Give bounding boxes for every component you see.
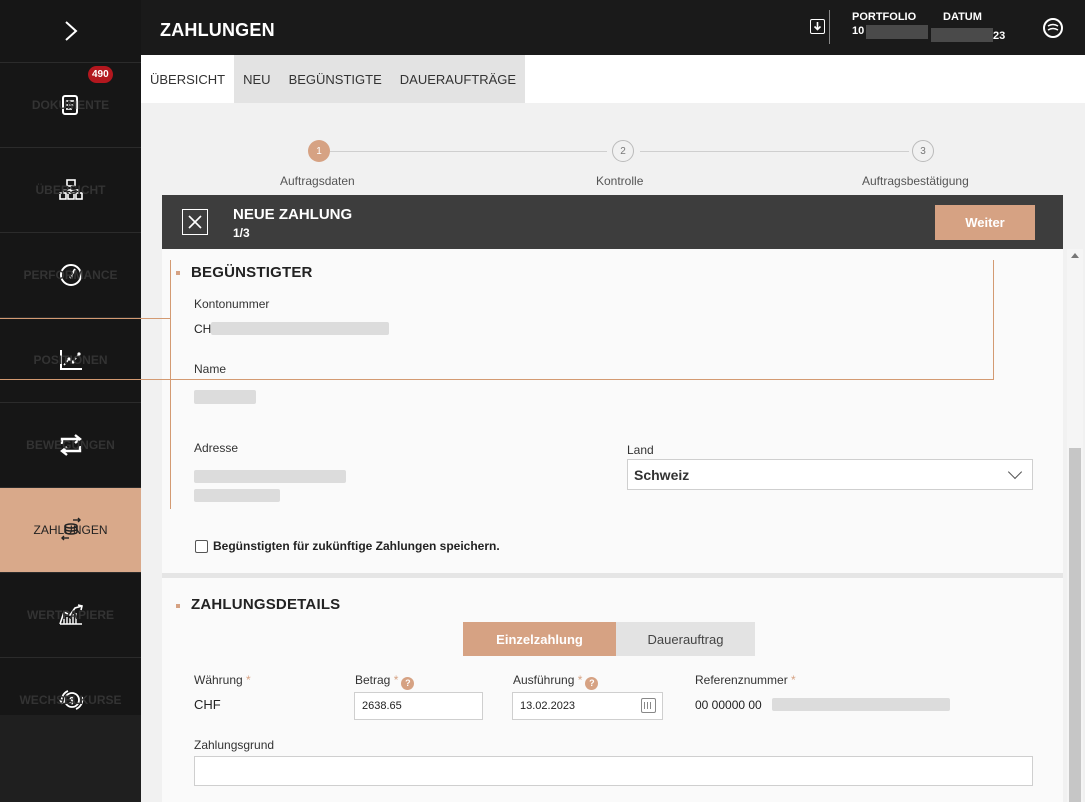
sidebar-item-label: PERFORMANCE (23, 268, 118, 282)
name-redacted (194, 390, 256, 404)
panel-step: 1/3 (233, 226, 250, 240)
sidebar-item-positionen[interactable]: POSITIONEN (0, 317, 141, 402)
sidebar-toggle-button[interactable] (0, 0, 141, 62)
close-button[interactable] (182, 209, 208, 235)
main-sidebar: 490 DOKUMENTE ÜBERSICHT PERFORMANCE POSI… (0, 0, 141, 802)
sidebar-item-wertpapiere[interactable]: WERTPAPIERE (0, 572, 141, 657)
reference-number-redacted (772, 698, 950, 711)
standing-order-option[interactable]: Dauerauftrag (616, 622, 755, 656)
stepper-step-3: 3 Auftragsbestätigung (862, 140, 969, 188)
execution-label: Ausführung *? (513, 673, 599, 690)
amount-input[interactable]: 2638.65 (354, 692, 483, 720)
sidebar-empty-area (0, 715, 141, 802)
save-beneficiary-label: Begünstigten für zukünftige Zahlungen sp… (213, 539, 500, 553)
country-label: Land (627, 443, 654, 457)
amount-label: Betrag *? (355, 673, 415, 690)
execution-help-icon[interactable]: ? (585, 677, 599, 690)
close-icon (188, 215, 202, 229)
sidebar-item-zahlungen[interactable]: ZAHLUNGEN (0, 487, 141, 572)
tab-dauerauftraege[interactable]: DAUERAUFTRÄGE (390, 55, 526, 103)
annotation-line (0, 318, 171, 319)
sidebar-item-label: POSITIONEN (33, 353, 108, 367)
single-payment-option[interactable]: Einzelzahlung (463, 622, 616, 656)
datum-value[interactable]: 23 (993, 30, 1005, 42)
datum-redacted (931, 28, 993, 42)
scroll-up-arrow-icon[interactable] (1071, 253, 1079, 258)
calendar-icon[interactable] (641, 698, 656, 713)
download-icon (813, 21, 822, 31)
next-button[interactable]: Weiter (935, 205, 1035, 240)
stepper-line (330, 151, 607, 152)
section-bullet (176, 271, 180, 275)
tab-beguenstigte[interactable]: BEGÜNSTIGTE (279, 55, 391, 103)
section-separator (162, 573, 1063, 578)
sidebar-item-label: WERTPAPIERE (26, 608, 115, 622)
step-number: 2 (612, 140, 634, 162)
annotation-line (0, 379, 994, 380)
payment-panel-header: NEUE ZAHLUNG 1/3 Weiter (162, 195, 1063, 249)
name-label: Name (194, 362, 227, 376)
save-beneficiary-option[interactable]: Begünstigten für zukünftige Zahlungen sp… (195, 539, 500, 553)
currency-value: CHF (194, 697, 221, 712)
panel-title: NEUE ZAHLUNG (233, 206, 353, 223)
step-label: Auftragsdaten (280, 174, 355, 188)
step-label: Auftragsbestätigung (862, 174, 969, 188)
country-select[interactable]: Schweiz (627, 459, 1033, 490)
sidebar-item-performance[interactable]: PERFORMANCE (0, 232, 141, 317)
reference-label: Referenznummer * (695, 673, 796, 687)
sidebar-item-label: WECHSELKURSE (19, 692, 122, 707)
chevron-right-icon (64, 21, 77, 41)
tab-bar-fill (543, 55, 1085, 103)
sidebar-item-label: DOKUMENTE (31, 98, 110, 112)
scrollbar-thumb[interactable] (1069, 448, 1081, 802)
step-number: 3 (912, 140, 934, 162)
account-prefix: CH (194, 322, 212, 336)
user-icon (1047, 23, 1059, 31)
stepper-step-1: 1 Auftragsdaten (280, 140, 355, 188)
sidebar-item-label: ZAHLUNGEN (33, 523, 108, 537)
sidebar-item-label: BEWEGUNGEN (26, 438, 115, 452)
user-profile-button[interactable] (1043, 18, 1063, 38)
address-label: Adresse (194, 441, 239, 455)
documents-count-badge: 490 (88, 66, 113, 83)
step-label: Kontrolle (596, 174, 644, 188)
reference-prefix: 00 00000 00 (695, 698, 762, 712)
payment-type-toggle: Einzelzahlung Dauerauftrag (463, 622, 755, 656)
download-button[interactable] (810, 19, 825, 34)
top-header: ZAHLUNGEN PORTFOLIO 10 DATUM 23 (141, 0, 1085, 55)
payment-reason-input[interactable] (194, 756, 1033, 786)
stepper-step-2: 2 Kontrolle (596, 140, 643, 188)
save-beneficiary-checkbox[interactable] (195, 539, 208, 553)
account-number-redacted (211, 322, 389, 335)
chevron-down-icon (1007, 464, 1023, 480)
page-title: ZAHLUNGEN (160, 20, 275, 40)
address-line-1-redacted (194, 470, 346, 483)
section-bullet (176, 604, 180, 608)
sidebar-item-dokumente[interactable]: 490 DOKUMENTE (0, 62, 141, 147)
tab-uebersicht[interactable]: ÜBERSICHT (141, 55, 235, 103)
annotation-line (993, 260, 994, 380)
step-number: 1 (308, 140, 330, 162)
tab-neu[interactable]: NEU (234, 55, 280, 103)
execution-date-input[interactable]: 13.02.2023 (512, 692, 663, 720)
portfolio-redacted (866, 25, 928, 39)
portfolio-label: PORTFOLIO (852, 11, 917, 23)
reason-label: Zahlungsgrund (194, 738, 275, 752)
header-divider (829, 10, 830, 44)
stepper-line (640, 151, 909, 152)
portfolio-value[interactable]: 10 (852, 25, 864, 37)
account-label: Kontonummer (194, 297, 270, 311)
sidebar-item-label: ÜBERSICHT (35, 183, 106, 197)
tab-bar: ÜBERSICHT NEU BEGÜNSTIGTE DAUERAUFTRÄGE (141, 55, 526, 103)
sidebar-item-bewegungen[interactable]: BEWEGUNGEN (0, 402, 141, 487)
currency-label: Währung * (194, 673, 251, 687)
amount-help-icon[interactable]: ? (401, 677, 415, 690)
section-title-beneficiary: BEGÜNSTIGTER (191, 264, 313, 281)
country-value: Schweiz (634, 467, 690, 483)
annotation-line (170, 260, 171, 509)
datum-label: DATUM (943, 11, 982, 23)
sidebar-item-uebersicht[interactable]: ÜBERSICHT (0, 147, 141, 232)
address-line-2-redacted (194, 489, 280, 502)
section-title-details: ZAHLUNGSDETAILS (191, 596, 341, 613)
